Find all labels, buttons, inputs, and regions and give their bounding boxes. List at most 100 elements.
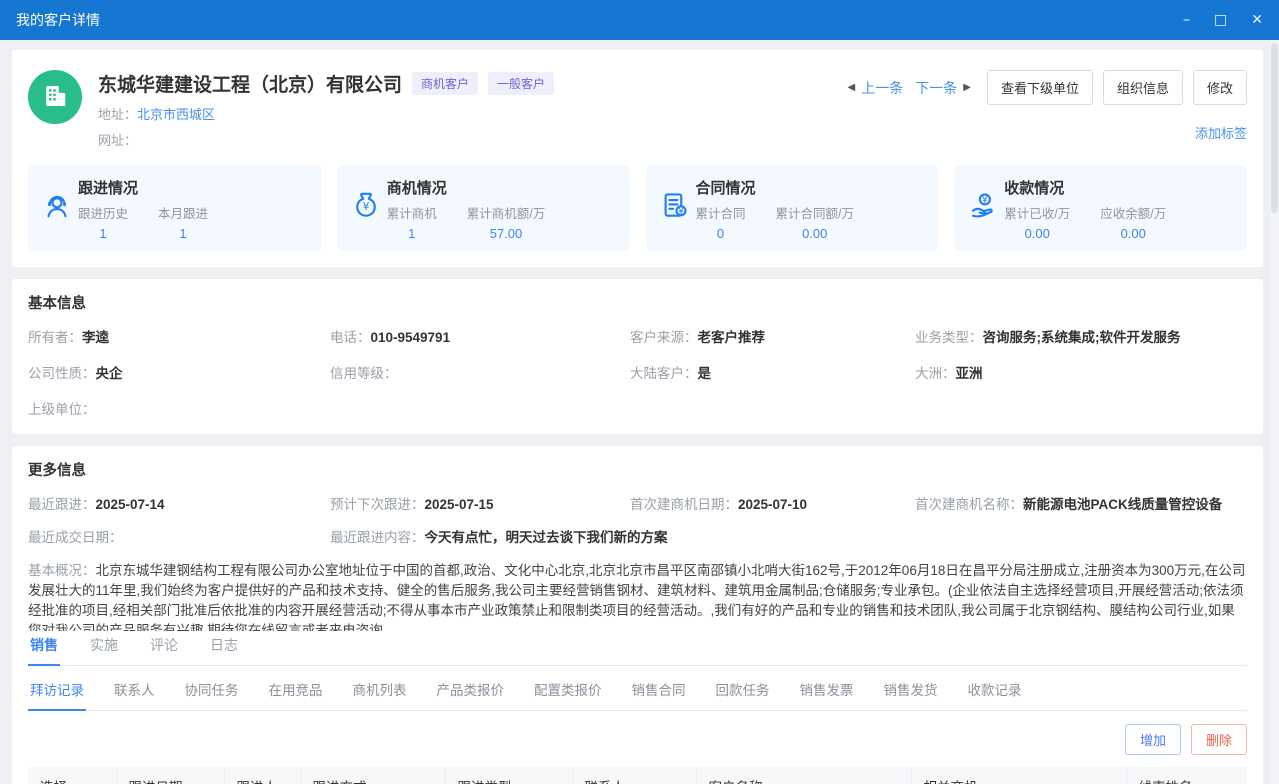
stat-card-opportunity: ¥ 商机情况 累计商机 1 累计商机额/万 57.00 bbox=[337, 165, 630, 251]
view-subunits-button[interactable]: 查看下级单位 bbox=[987, 70, 1093, 105]
field-credit-rating: 信用等级： bbox=[330, 362, 630, 382]
basic-info-title: 基本信息 bbox=[28, 292, 1247, 313]
edit-button[interactable]: 修改 bbox=[1193, 70, 1247, 105]
col-lead-name: 线索姓名 bbox=[1126, 767, 1247, 784]
field-last-followup: 最近跟进：2025-07-14 bbox=[28, 493, 330, 513]
col-related-opportunity: 相关商机 bbox=[911, 767, 1126, 784]
svg-text:¥: ¥ bbox=[982, 195, 988, 206]
headset-agent-icon bbox=[42, 177, 78, 241]
add-button[interactable]: 增加 bbox=[1125, 724, 1181, 755]
col-followup-date: 跟进日期 bbox=[116, 767, 224, 784]
metric-label: 本月跟进 bbox=[158, 203, 208, 222]
vertical-scrollbar[interactable] bbox=[1270, 40, 1279, 784]
customer-level-badge: 一般客户 bbox=[488, 72, 554, 95]
subtab-contacts[interactable]: 联系人 bbox=[112, 677, 157, 710]
subtab-receipt-records[interactable]: 收款记录 bbox=[966, 677, 1024, 710]
col-select: 选择 bbox=[28, 767, 116, 784]
metric-label: 应收余额/万 bbox=[1100, 203, 1166, 222]
field-mainland-customer: 大陆客户：是 bbox=[630, 362, 915, 382]
subtab-sales-invoices[interactable]: 销售发票 bbox=[798, 677, 856, 710]
window-controls: – □ ✕ bbox=[1183, 13, 1263, 27]
prev-record-link[interactable]: 上一条 bbox=[861, 78, 903, 98]
field-customer-source: 客户来源：老客户推荐 bbox=[630, 326, 915, 346]
address-label: 地址： bbox=[98, 107, 137, 122]
metric-label: 累计合同额/万 bbox=[776, 203, 854, 222]
building-icon bbox=[40, 81, 70, 114]
subtab-payment-tasks[interactable]: 回款任务 bbox=[714, 677, 772, 710]
field-business-type: 业务类型：咨询服务;系统集成;软件开发服务 bbox=[915, 326, 1247, 346]
customer-type-badge: 商机客户 bbox=[412, 72, 478, 95]
stat-card-followup: 跟进情况 跟进历史 1 本月跟进 1 bbox=[28, 165, 321, 251]
field-parent-unit: 上级单位： bbox=[28, 398, 330, 418]
metric-value: 1 bbox=[78, 226, 128, 241]
stat-card-payment: ¥ 收款情况 累计已收/万 0.00 应收余额/万 0.0 bbox=[954, 165, 1247, 251]
org-info-button[interactable]: 组织信息 bbox=[1103, 70, 1183, 105]
col-customer-name: 客户名称 bbox=[696, 767, 911, 784]
tab-sales[interactable]: 销售 bbox=[28, 631, 60, 666]
field-next-followup: 预计下次跟进：2025-07-15 bbox=[330, 493, 630, 513]
col-followup-method: 跟进方式 bbox=[300, 767, 445, 784]
metric-value: 1 bbox=[387, 226, 437, 241]
maximize-icon[interactable]: □ bbox=[1214, 13, 1227, 27]
stat-title: 商机情况 bbox=[387, 177, 576, 198]
stat-title: 跟进情况 bbox=[78, 177, 238, 198]
stat-title: 收款情况 bbox=[1004, 177, 1196, 198]
col-contact: 联系人 bbox=[572, 767, 696, 784]
add-tag-link[interactable]: 添加标签 bbox=[1195, 123, 1247, 142]
scrollbar-thumb[interactable] bbox=[1271, 43, 1278, 213]
minimize-icon[interactable]: – bbox=[1183, 13, 1190, 27]
metric-value: 0.00 bbox=[776, 226, 854, 241]
contract-icon: ¥ bbox=[660, 177, 696, 241]
subtab-sales-shipments[interactable]: 销售发货 bbox=[882, 677, 940, 710]
stat-card-contract: ¥ 合同情况 累计合同 0 累计合同额/万 0.00 bbox=[646, 165, 939, 251]
close-icon[interactable]: ✕ bbox=[1251, 13, 1263, 27]
company-avatar bbox=[28, 70, 82, 124]
address-link[interactable]: 北京市西城区 bbox=[137, 107, 215, 122]
metric-label: 累计商机 bbox=[387, 203, 437, 222]
company-name: 东城华建建设工程（北京）有限公司 bbox=[98, 70, 402, 97]
field-company-nature: 公司性质：央企 bbox=[28, 362, 330, 382]
subtab-opportunities[interactable]: 商机列表 bbox=[351, 677, 409, 710]
table-toolbar: 增加 删除 bbox=[28, 711, 1247, 767]
metric-label: 跟进历史 bbox=[78, 203, 128, 222]
subtab-visit-records[interactable]: 拜访记录 bbox=[28, 677, 86, 711]
more-info-panel: 更多信息 最近跟进：2025-07-14 预计下次跟进：2025-07-15 首… bbox=[12, 446, 1263, 784]
metric-value: 0.00 bbox=[1004, 226, 1070, 241]
delete-button[interactable]: 删除 bbox=[1191, 724, 1247, 755]
tab-implementation[interactable]: 实施 bbox=[88, 631, 120, 665]
col-followup-person: 跟进人 bbox=[224, 767, 300, 784]
more-info-title: 更多信息 bbox=[28, 459, 1247, 480]
basic-info-panel: 基本信息 所有者：李逵 电话：010-9549791 客户来源：老客户推荐 业务… bbox=[12, 279, 1263, 434]
metric-label: 累计合同 bbox=[696, 203, 746, 222]
hand-coin-icon: ¥ bbox=[968, 177, 1004, 241]
subtab-competitors[interactable]: 在用竞品 bbox=[267, 677, 325, 710]
field-last-followup-content: 最近跟进内容：今天有点忙，明天过去谈下我们新的方案 bbox=[330, 526, 1247, 546]
company-header-panel: 东城华建建设工程（北京）有限公司 商机客户 一般客户 地址：北京市西城区 网址：… bbox=[12, 50, 1263, 267]
svg-text:¥: ¥ bbox=[678, 207, 684, 217]
next-record-link[interactable]: 下一条 bbox=[915, 78, 957, 98]
tab-comments[interactable]: 评论 bbox=[148, 631, 180, 665]
window-title: 我的客户详情 bbox=[16, 10, 100, 30]
field-continent: 大洲：亚洲 bbox=[915, 362, 1247, 382]
subtab-sales-contracts[interactable]: 销售合同 bbox=[630, 677, 688, 710]
prev-arrow-icon[interactable]: ◀ bbox=[848, 82, 856, 93]
company-profile-text: 基本概况：北京东城华建钢结构工程有限公司办公室地址位于中国的首都,政治、文化中心… bbox=[28, 561, 1247, 631]
money-bag-icon: ¥ bbox=[351, 177, 387, 241]
subtab-product-quotes[interactable]: 产品类报价 bbox=[435, 677, 507, 710]
metric-value: 57.00 bbox=[467, 226, 545, 241]
field-first-opportunity-name: 首次建商机名称：新能源电池PACK线质量管控设备 bbox=[915, 493, 1247, 513]
window-titlebar: 我的客户详情 – □ ✕ bbox=[0, 0, 1279, 40]
table-header-row: 选择 跟进日期 跟进人 跟进方式 跟进类型 联系人 客户名称 相关商机 线索姓名 bbox=[28, 767, 1247, 784]
tab-logs[interactable]: 日志 bbox=[208, 631, 240, 665]
subtab-config-quotes[interactable]: 配置类报价 bbox=[532, 677, 604, 710]
metric-value: 1 bbox=[158, 226, 208, 241]
subtab-collab-tasks[interactable]: 协同任务 bbox=[183, 677, 241, 710]
page-body: 东城华建建设工程（北京）有限公司 商机客户 一般客户 地址：北京市西城区 网址：… bbox=[0, 40, 1279, 784]
main-tab-bar: 销售 实施 评论 日志 bbox=[28, 631, 1247, 666]
website-label: 网址： bbox=[98, 133, 137, 148]
metric-value: 0.00 bbox=[1100, 226, 1166, 241]
metric-label: 累计商机额/万 bbox=[467, 203, 545, 222]
visit-records-table: 选择 跟进日期 跟进人 跟进方式 跟进类型 联系人 客户名称 相关商机 线索姓名… bbox=[28, 767, 1247, 784]
next-arrow-icon[interactable]: ▶ bbox=[963, 82, 971, 93]
field-phone: 电话：010-9549791 bbox=[330, 326, 630, 346]
